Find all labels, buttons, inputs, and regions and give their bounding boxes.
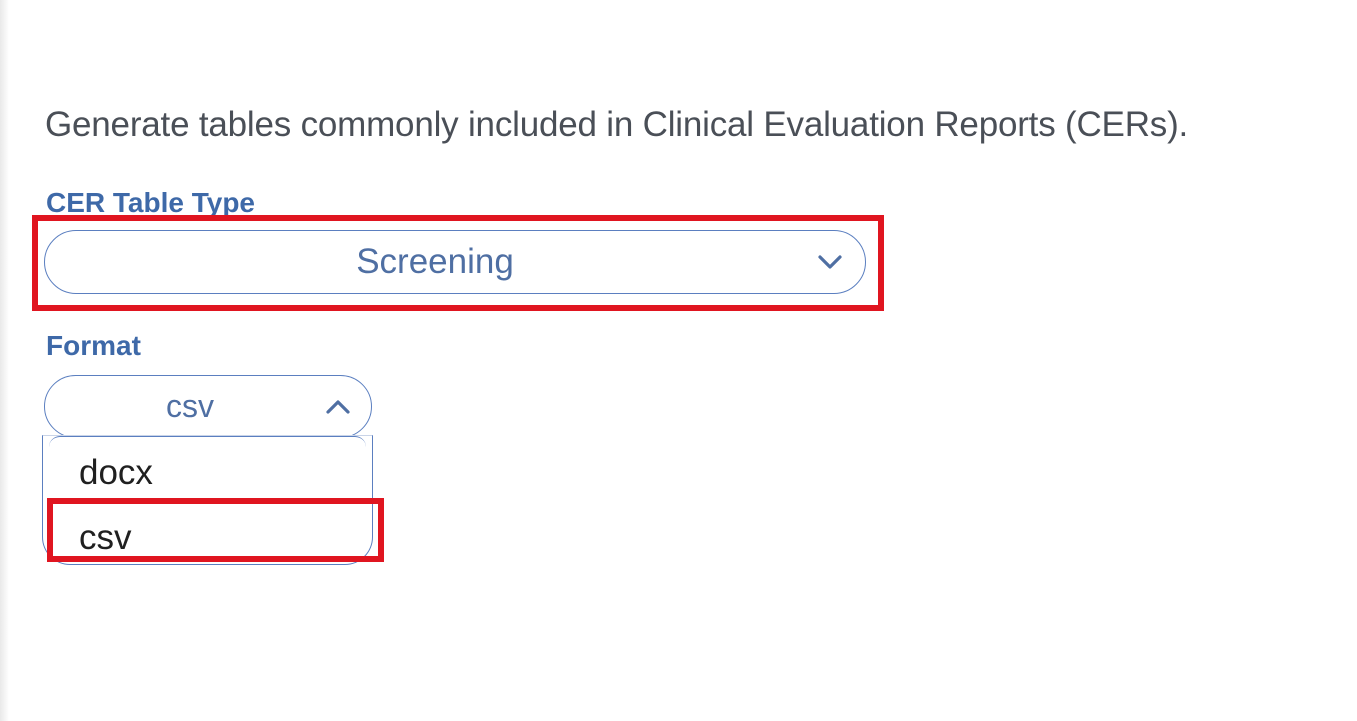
format-label: Format (46, 330, 141, 361)
chevron-down-icon[interactable] (815, 252, 845, 272)
left-panel-edge (0, 0, 9, 721)
format-select[interactable]: csv (44, 375, 372, 438)
cer-table-type-value: Screening (356, 242, 514, 281)
cer-table-type-select[interactable]: Screening (44, 230, 866, 294)
chevron-up-icon[interactable] (323, 397, 353, 417)
format-option-docx[interactable]: docx (79, 453, 153, 493)
format-option-csv[interactable]: csv (79, 518, 132, 558)
format-value: csv (166, 388, 214, 424)
cer-table-type-label: CER Table Type (46, 187, 256, 217)
format-options-list: docx csv (42, 435, 373, 565)
page-description: Generate tables commonly included in Cli… (45, 105, 1189, 144)
